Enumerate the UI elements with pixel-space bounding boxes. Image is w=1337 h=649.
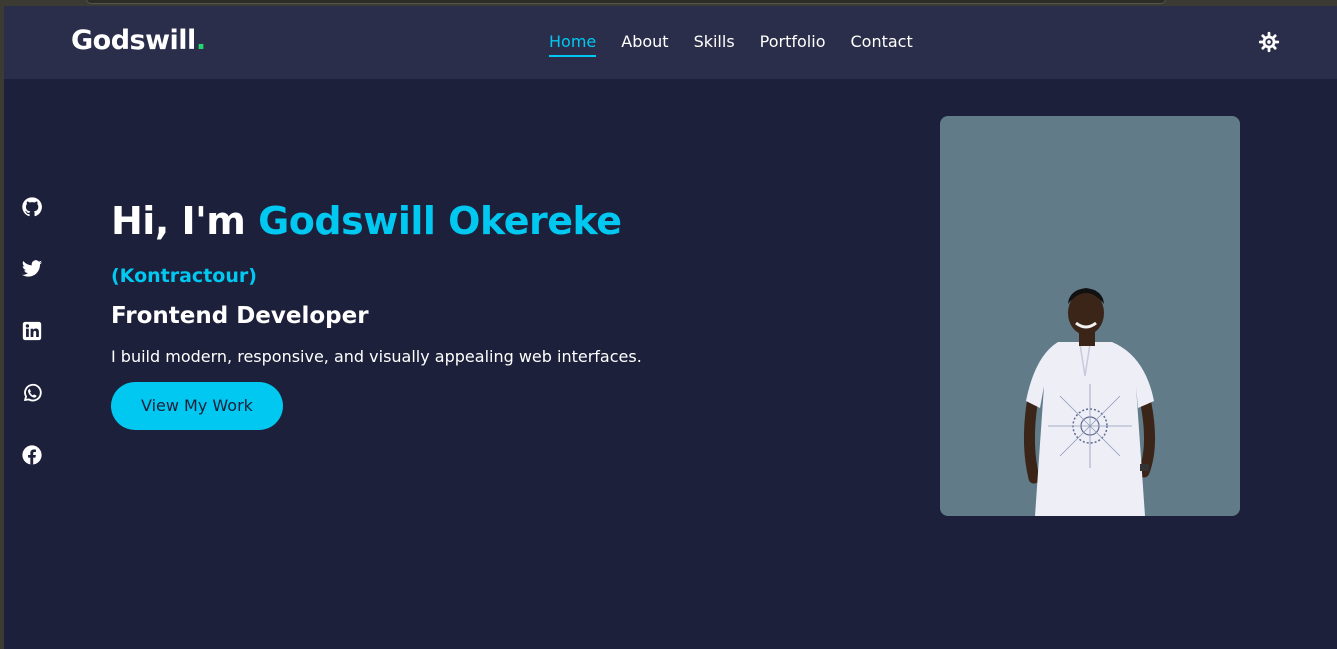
linkedin-icon [22,321,42,341]
navbar: Godswill. Home About Skills Portfolio Co… [4,6,1337,79]
social-links [21,196,43,466]
view-my-work-button[interactable]: View My Work [111,382,283,430]
linkedin-link[interactable] [21,320,43,342]
person-portrait-illustration [1023,288,1156,516]
page: Godswill. Home About Skills Portfolio Co… [4,6,1337,649]
hero-name: Godswill Okereke [258,199,622,243]
theme-toggle-button[interactable] [1258,31,1280,53]
whatsapp-icon [23,383,42,402]
hero-role: Frontend Developer [111,303,369,329]
twitter-icon [21,260,43,277]
hero-section: Hi, I'm Godswill Okereke (Kontractour) F… [111,199,811,430]
hero-tagline: I build modern, responsive, and visually… [111,347,642,366]
nav-link-skills[interactable]: Skills [694,32,735,57]
nav-link-about[interactable]: About [621,32,668,57]
nav-link-portfolio[interactable]: Portfolio [760,32,826,57]
facebook-link[interactable] [21,444,43,466]
browser-address-bar-edge [86,0,1166,4]
hero-nickname: (Kontractour) [111,265,257,287]
hero-title: Hi, I'm Godswill Okereke [111,199,811,243]
whatsapp-link[interactable] [21,382,43,404]
nav-links: Home About Skills Portfolio Contact [549,32,938,57]
logo-text: Godswill [71,25,196,56]
gear-icon [1258,31,1280,53]
github-link[interactable] [21,196,43,218]
twitter-link[interactable] [21,258,43,280]
profile-photo [940,116,1240,516]
facebook-icon [22,445,42,465]
logo-dot: . [195,25,206,56]
nav-link-contact[interactable]: Contact [850,32,912,57]
logo[interactable]: Godswill. [71,25,206,56]
hero-greeting: Hi, I'm [111,199,246,243]
github-icon [22,197,42,217]
nav-link-home[interactable]: Home [549,32,597,57]
